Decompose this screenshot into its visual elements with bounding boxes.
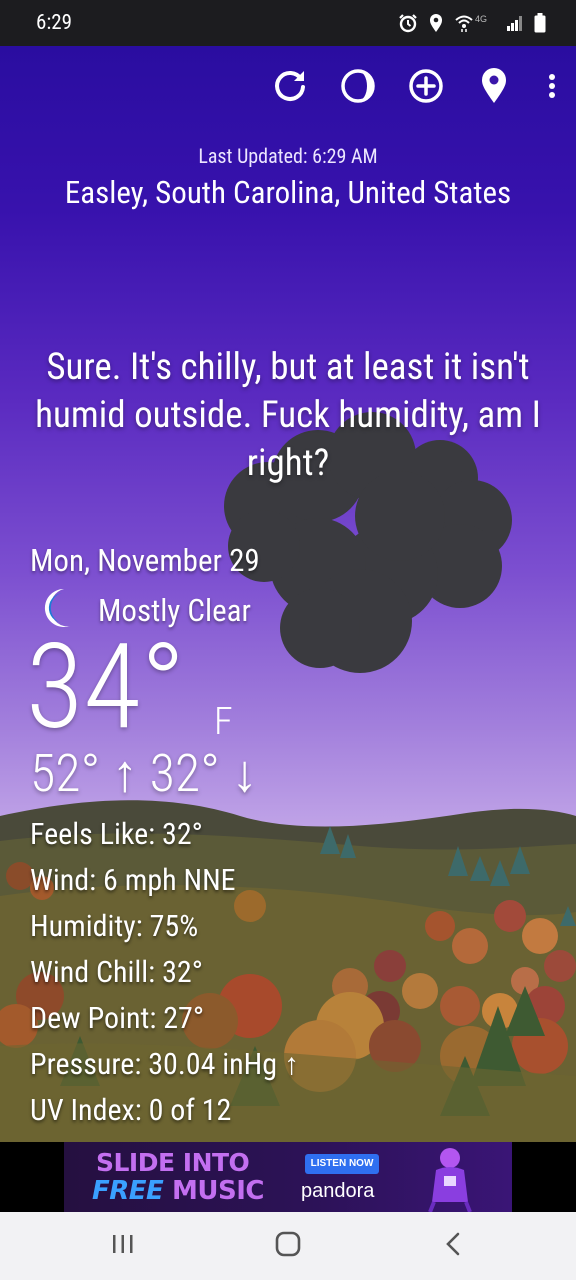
ad-area: SLIDE INTO FREE MUSIC LISTEN NOW pandora <box>0 1142 576 1212</box>
ad-listen-now-button[interactable]: LISTEN NOW <box>305 1154 379 1174</box>
wifi-4g-icon: 4G <box>454 13 496 33</box>
current-temperature: 34° <box>26 618 186 756</box>
refresh-button[interactable] <box>256 64 324 112</box>
back-button[interactable] <box>408 1216 498 1276</box>
signal-icon <box>506 14 524 32</box>
refresh-icon <box>271 67 309 109</box>
weather-details: Feels Like: 32° Wind: 6 mph NNE Humidity… <box>30 812 299 1134</box>
ad-brand-name: pandora <box>301 1180 375 1202</box>
location-pin-icon <box>479 67 509 109</box>
overflow-menu-icon <box>548 73 556 103</box>
home-icon <box>275 1231 301 1261</box>
pandora-ad-banner[interactable]: SLIDE INTO FREE MUSIC LISTEN NOW pandora <box>64 1142 512 1212</box>
pressure: Pressure: 30.04 inHg ↑ <box>30 1047 299 1082</box>
dew-point: Dew Point: 27° <box>30 1001 205 1036</box>
feels-like: Feels Like: 32° <box>30 817 203 852</box>
moon-phase-button[interactable] <box>324 64 392 112</box>
ad-headline-line1: SLIDE INTO <box>96 1148 250 1177</box>
location-button[interactable] <box>460 64 528 112</box>
forecast-date: Mon, November 29 <box>30 542 260 579</box>
ad-headline-music: MUSIC <box>172 1176 264 1206</box>
back-icon <box>445 1232 461 1260</box>
home-button[interactable] <box>243 1216 333 1276</box>
ad-headline-free: FREE <box>92 1176 164 1206</box>
location-name[interactable]: Easley, South Carolina, United States <box>40 172 536 213</box>
weather-screen[interactable]: Last Updated: 6:29 AM Easley, South Caro… <box>0 46 576 1142</box>
alarm-icon <box>398 13 418 33</box>
status-bar: 6:29 4G <box>0 0 576 46</box>
last-updated: Last Updated: 6:29 AM <box>198 144 378 168</box>
battery-icon <box>534 13 546 33</box>
status-time: 6:29 <box>36 11 73 35</box>
location-icon <box>428 13 444 33</box>
uv-index: UV Index: 0 of 12 <box>30 1093 232 1128</box>
system-nav-bar <box>0 1212 576 1280</box>
toolbar <box>256 64 576 112</box>
ad-figure-illustration <box>422 1144 478 1212</box>
wind-chill: Wind Chill: 32° <box>30 955 203 990</box>
status-icons: 4G <box>398 13 546 33</box>
weather-quip: Sure. It's chilly, but at least it isn't… <box>35 346 541 485</box>
recents-icon <box>111 1233 135 1259</box>
moon-phase-icon <box>339 67 377 109</box>
add-location-icon <box>407 67 445 109</box>
add-location-button[interactable] <box>392 64 460 112</box>
overflow-menu-button[interactable] <box>528 64 576 112</box>
high-low-temperature: 52° ↑ 32° ↓ <box>30 743 258 804</box>
temperature-unit[interactable]: F <box>214 700 233 744</box>
network-label: 4G <box>475 14 487 24</box>
humidity: Humidity: 75% <box>30 909 199 944</box>
recents-button[interactable] <box>78 1216 168 1276</box>
wind: Wind: 6 mph NNE <box>30 863 236 898</box>
